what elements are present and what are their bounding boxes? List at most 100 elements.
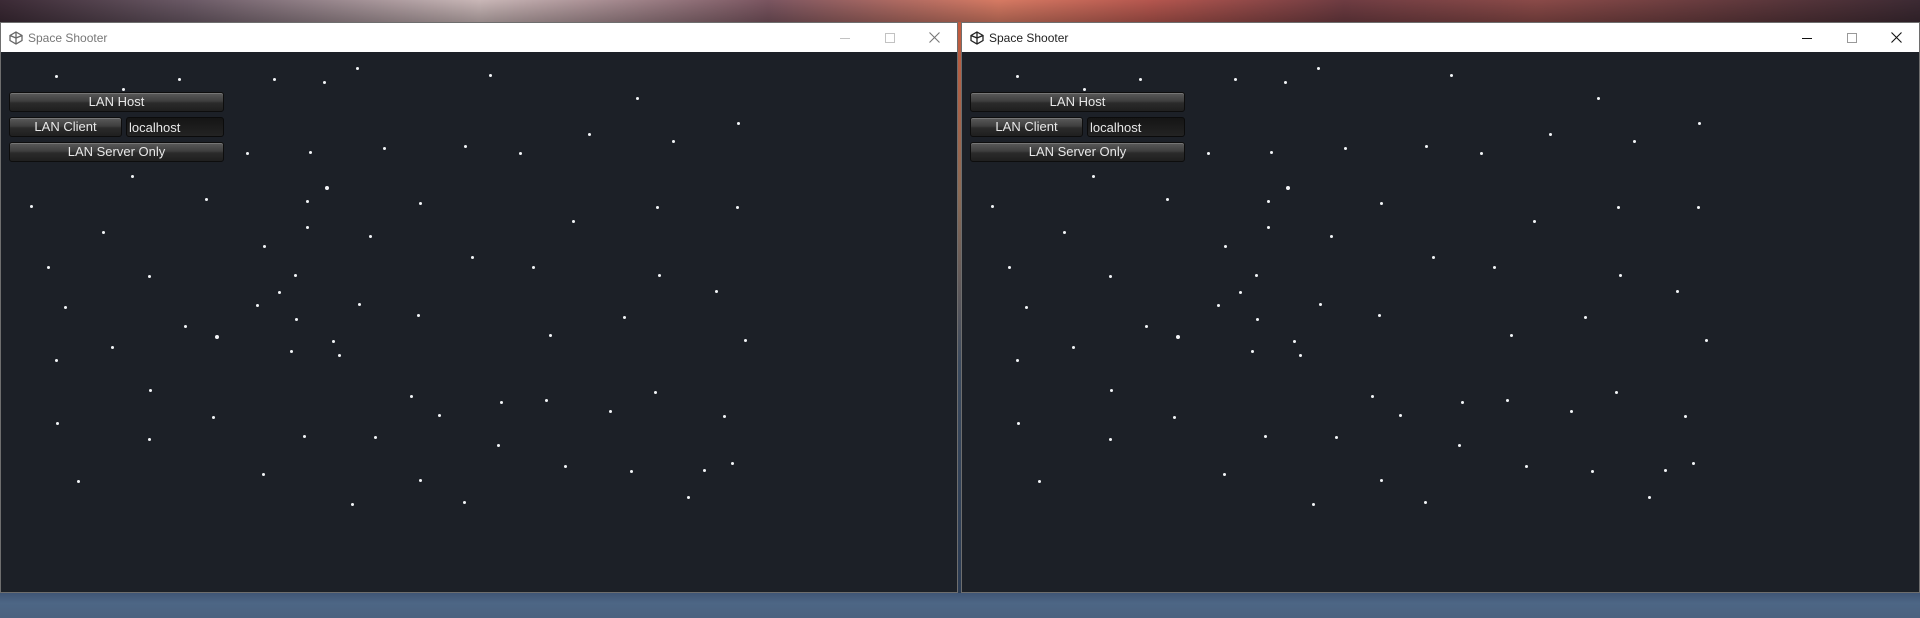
star <box>609 410 612 413</box>
star <box>178 78 181 81</box>
star <box>672 140 675 143</box>
minimize-button[interactable] <box>1784 23 1829 52</box>
star <box>215 335 219 339</box>
star <box>1072 346 1075 349</box>
star <box>1025 306 1028 309</box>
lan-server-only-button[interactable]: LAN Server Only <box>970 142 1185 162</box>
star <box>1016 359 1019 362</box>
star <box>55 359 58 362</box>
star <box>1176 335 1180 339</box>
lan-client-button[interactable]: LAN Client <box>9 117 122 137</box>
star <box>246 152 249 155</box>
game-window-right[interactable]: Space Shooter LAN Host LAN Client LAN Se… <box>961 22 1920 593</box>
star <box>351 503 354 506</box>
star <box>1293 340 1296 343</box>
star <box>654 391 657 394</box>
star <box>1139 78 1142 81</box>
star <box>149 389 152 392</box>
close-icon <box>929 32 940 43</box>
close-button[interactable] <box>912 23 957 52</box>
star <box>1224 245 1227 248</box>
star <box>1525 465 1528 468</box>
maximize-button[interactable] <box>1829 23 1874 52</box>
minimize-button[interactable] <box>822 23 867 52</box>
game-window-left[interactable]: Space Shooter LAN Host LAN Client LAN Se… <box>0 22 958 593</box>
lan-client-button[interactable]: LAN Client <box>970 117 1083 137</box>
star <box>1533 220 1536 223</box>
star <box>1256 318 1259 321</box>
star <box>1145 325 1148 328</box>
star <box>1424 501 1427 504</box>
star <box>1380 202 1383 205</box>
star <box>532 266 535 269</box>
star <box>1110 389 1113 392</box>
star <box>1480 152 1483 155</box>
star <box>30 205 33 208</box>
star <box>1705 339 1708 342</box>
star <box>184 325 187 328</box>
star <box>1173 416 1176 419</box>
title-bar[interactable]: Space Shooter <box>1 23 957 52</box>
star <box>1344 147 1347 150</box>
star <box>358 303 361 306</box>
star <box>623 316 626 319</box>
star <box>545 399 548 402</box>
star <box>463 501 466 504</box>
minimize-icon <box>1801 37 1812 39</box>
star <box>1648 496 1651 499</box>
star <box>369 235 372 238</box>
star <box>1109 275 1112 278</box>
star <box>1317 67 1320 70</box>
lan-server-only-button[interactable]: LAN Server Only <box>9 142 224 162</box>
maximize-button[interactable] <box>867 23 912 52</box>
star <box>438 414 441 417</box>
star <box>1584 316 1587 319</box>
close-button[interactable] <box>1874 23 1919 52</box>
star <box>1510 334 1513 337</box>
star <box>703 469 706 472</box>
star <box>262 473 265 476</box>
star <box>1617 206 1620 209</box>
server-address-input[interactable] <box>1087 117 1185 137</box>
title-bar[interactable]: Space Shooter <box>962 23 1919 52</box>
server-address-input[interactable] <box>126 117 224 137</box>
star <box>374 436 377 439</box>
star <box>1425 145 1428 148</box>
star <box>1038 480 1041 483</box>
star <box>122 88 125 91</box>
star <box>417 314 420 317</box>
star <box>1319 303 1322 306</box>
star <box>102 231 105 234</box>
star <box>212 416 215 419</box>
star <box>636 97 639 100</box>
star <box>1264 435 1267 438</box>
star <box>325 186 329 190</box>
star <box>64 306 67 309</box>
star <box>723 415 726 418</box>
star <box>489 74 492 77</box>
lan-host-button[interactable]: LAN Host <box>9 92 224 112</box>
game-viewport[interactable]: LAN Host LAN Client LAN Server Only <box>962 52 1919 592</box>
star <box>205 198 208 201</box>
star <box>1371 395 1374 398</box>
star <box>1399 414 1402 417</box>
star <box>1312 503 1315 506</box>
star <box>1697 206 1700 209</box>
star <box>306 200 309 203</box>
star <box>1109 438 1112 441</box>
star <box>1299 354 1302 357</box>
game-viewport[interactable]: LAN Host LAN Client LAN Server Only <box>1 52 957 592</box>
star <box>290 350 293 353</box>
desktop-wallpaper-bottom <box>0 593 1920 618</box>
star <box>1591 470 1594 473</box>
star <box>715 290 718 293</box>
lan-host-button[interactable]: LAN Host <box>970 92 1185 112</box>
desktop-wallpaper-top <box>0 0 1920 22</box>
star <box>1267 226 1270 229</box>
star <box>1684 415 1687 418</box>
star <box>1092 175 1095 178</box>
star <box>1450 74 1453 77</box>
star <box>1619 274 1622 277</box>
window-title: Space Shooter <box>989 30 1069 45</box>
star <box>737 122 740 125</box>
